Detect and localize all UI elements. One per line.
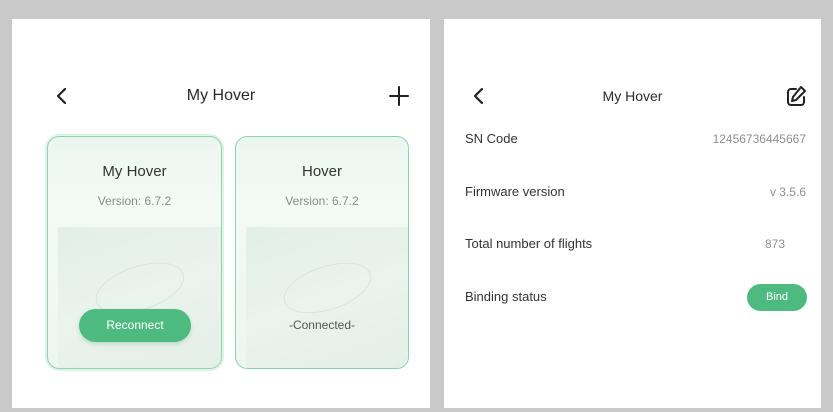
device-image (246, 227, 408, 368)
add-device-button[interactable] (384, 81, 414, 111)
firmware-label: Firmware version (465, 184, 565, 199)
device-detail-screen: My Hover SN Code 12456736445667 Firmware… (444, 19, 821, 408)
edit-icon (787, 86, 806, 106)
page-title: My Hover (602, 88, 663, 104)
edit-name-button[interactable] (781, 81, 811, 111)
device-list-header: My Hover (12, 81, 430, 111)
device-version: Version: 6.7.2 (285, 194, 359, 208)
device-name: Hover (301, 163, 342, 180)
device-list-screen: My Hover My Hover Version: 6.7.2 Reconne… (12, 19, 430, 408)
flights-row: Total number of flights 873 (444, 233, 821, 257)
device-card-hover[interactable]: Hover Version: 6.7.2 -Connected- (235, 136, 409, 369)
sn-code-row: SN Code 12456736445667 (444, 128, 821, 152)
device-card-my-hover[interactable]: My Hover Version: 6.7.2 Reconnect (47, 136, 222, 369)
sn-code-label: SN Code (465, 131, 518, 146)
binding-row: Binding status Bind (444, 284, 821, 311)
firmware-row: Firmware version v 3.5.6 (444, 181, 821, 205)
flights-label: Total number of flights (465, 236, 593, 251)
device-image (58, 227, 221, 368)
sn-code-value: 12456736445667 (712, 132, 806, 146)
firmware-value: v 3.5.6 (769, 185, 806, 199)
flights-value: 873 (764, 237, 785, 251)
bind-button[interactable]: Bind (747, 284, 807, 311)
device-detail-header: My Hover (444, 81, 821, 111)
connection-status: -Connected- (288, 318, 356, 332)
plus-icon (389, 86, 409, 106)
reconnect-button[interactable]: Reconnect (79, 309, 191, 342)
page-title: My Hover (186, 87, 256, 104)
device-version: Version: 6.7.2 (97, 194, 172, 208)
device-name: My Hover (102, 163, 167, 180)
binding-label: Binding status (465, 289, 547, 304)
